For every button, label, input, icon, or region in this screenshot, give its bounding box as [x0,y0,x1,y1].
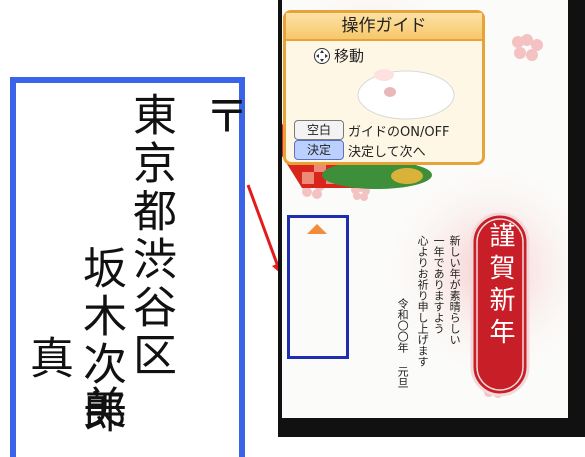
guide-illustration [357,69,455,120]
guide-title: 操作ガイド [286,13,482,41]
address-text: 東京都渋谷区 [125,92,176,380]
slot-cursor-icon [307,224,327,234]
greeting-line-1: 新しい年が素晴らしい [448,235,462,345]
address-input-slot[interactable] [287,215,349,359]
given-name-1: 真 [22,335,73,383]
greeting-line-3: 心よりお祈り申し上げます [416,235,430,367]
space-key-desc: ガイドのON/OFF [348,125,450,140]
given-name-2: 美 [75,385,126,429]
enter-key-desc: 決定して次へ [348,145,426,160]
operation-guide-panel: 操作ガイド 移動 空白 ガイドのON/OFF 決定 決定して次へ [283,10,485,165]
space-key-button[interactable]: 空白 [294,120,344,140]
greeting-line-4: 令和〇〇年 元旦 [396,298,410,388]
enter-key-button[interactable]: 決定 [294,140,344,160]
greeting-line-2: 一年でありますよう [432,235,446,334]
seal-text: 謹賀新年 [485,222,515,350]
postcard-bottom-bar [282,418,568,437]
postal-mark: 〒 [197,93,248,137]
